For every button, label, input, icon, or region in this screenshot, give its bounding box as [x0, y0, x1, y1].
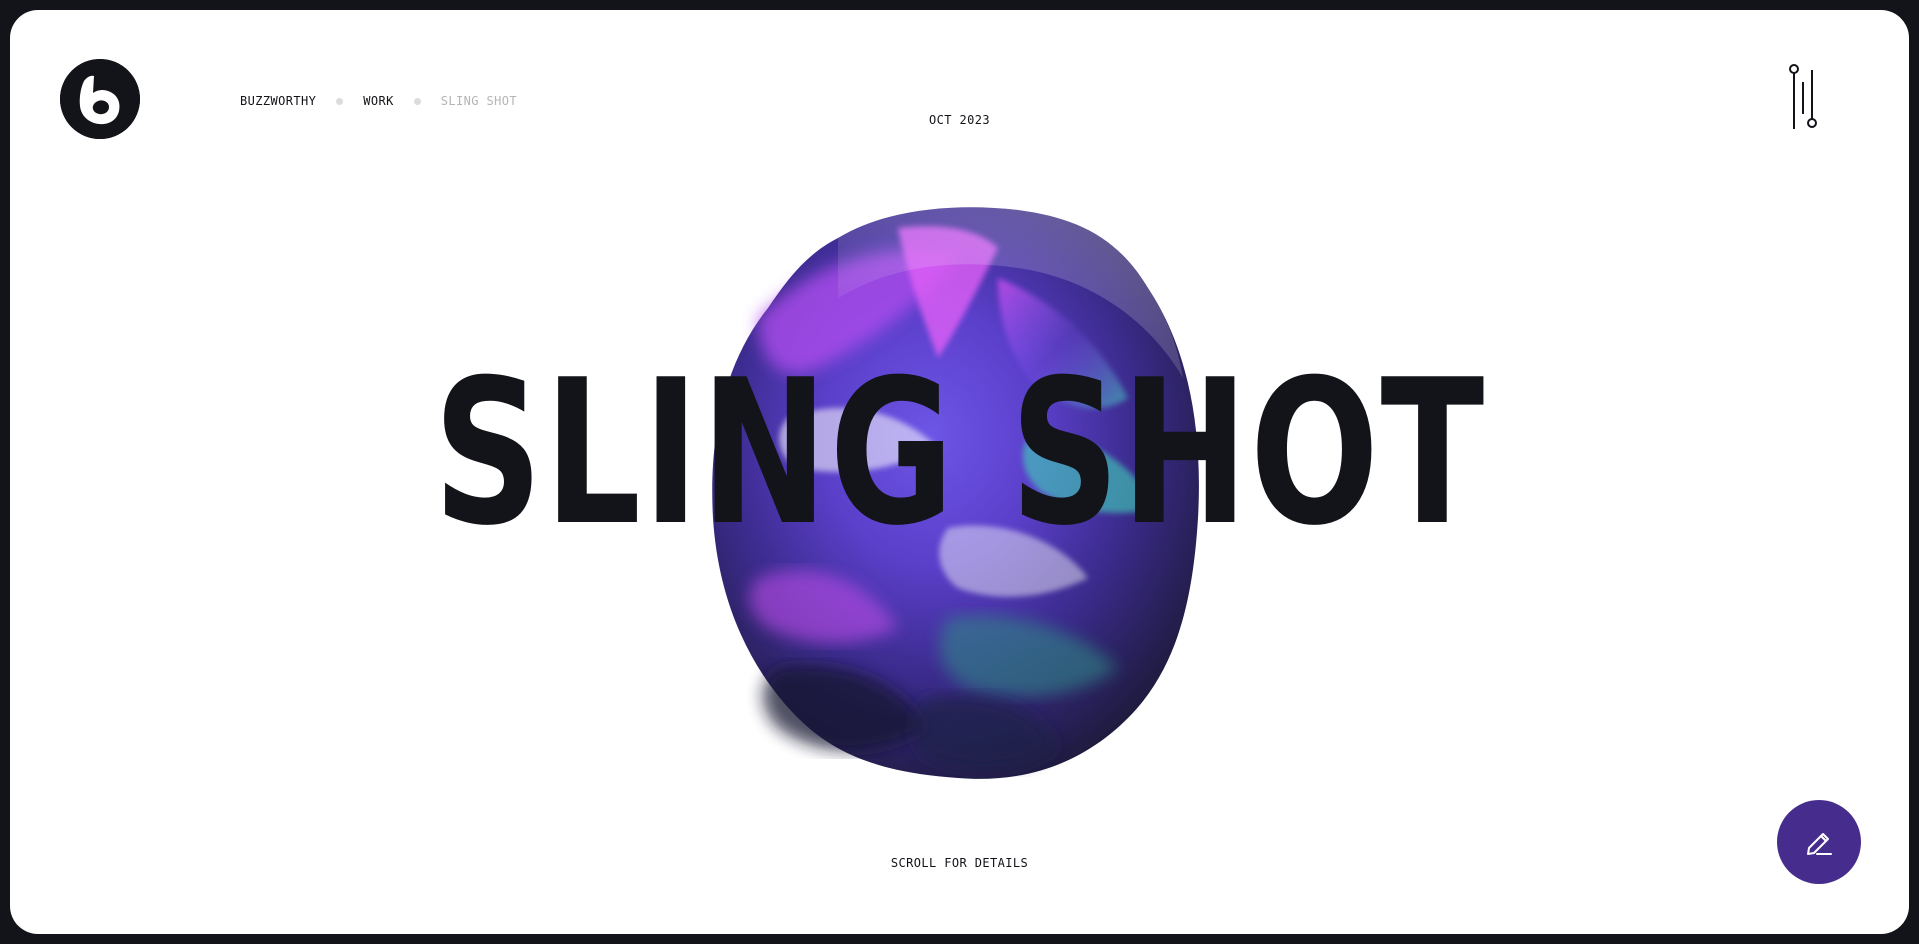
- edit-fab-button[interactable]: [1777, 800, 1861, 884]
- menu-button[interactable]: [1777, 58, 1817, 138]
- breadcrumb-current: SLING SHOT: [440, 94, 517, 108]
- breadcrumb-buzzworthy[interactable]: BUZZWORTHY: [240, 94, 316, 108]
- breadcrumb-work[interactable]: WORK: [363, 94, 394, 108]
- logo[interactable]: [60, 59, 140, 139]
- page-frame: BUZZWORTHY WORK SLING SHOT OCT 2023 SLIN…: [10, 10, 1909, 934]
- breadcrumb-separator: [413, 97, 421, 105]
- sliders-menu-icon: [1789, 64, 1817, 129]
- buzzworthy-b-logo-icon: [60, 59, 140, 139]
- project-date: OCT 2023: [929, 113, 990, 127]
- pencil-icon: [1807, 833, 1832, 855]
- breadcrumb-separator: [336, 97, 344, 105]
- hero-title: SLING SHOT: [433, 337, 1486, 570]
- scroll-for-details[interactable]: SCROLL FOR DETAILS: [10, 856, 1909, 870]
- breadcrumb: BUZZWORTHY WORK SLING SHOT: [240, 94, 517, 108]
